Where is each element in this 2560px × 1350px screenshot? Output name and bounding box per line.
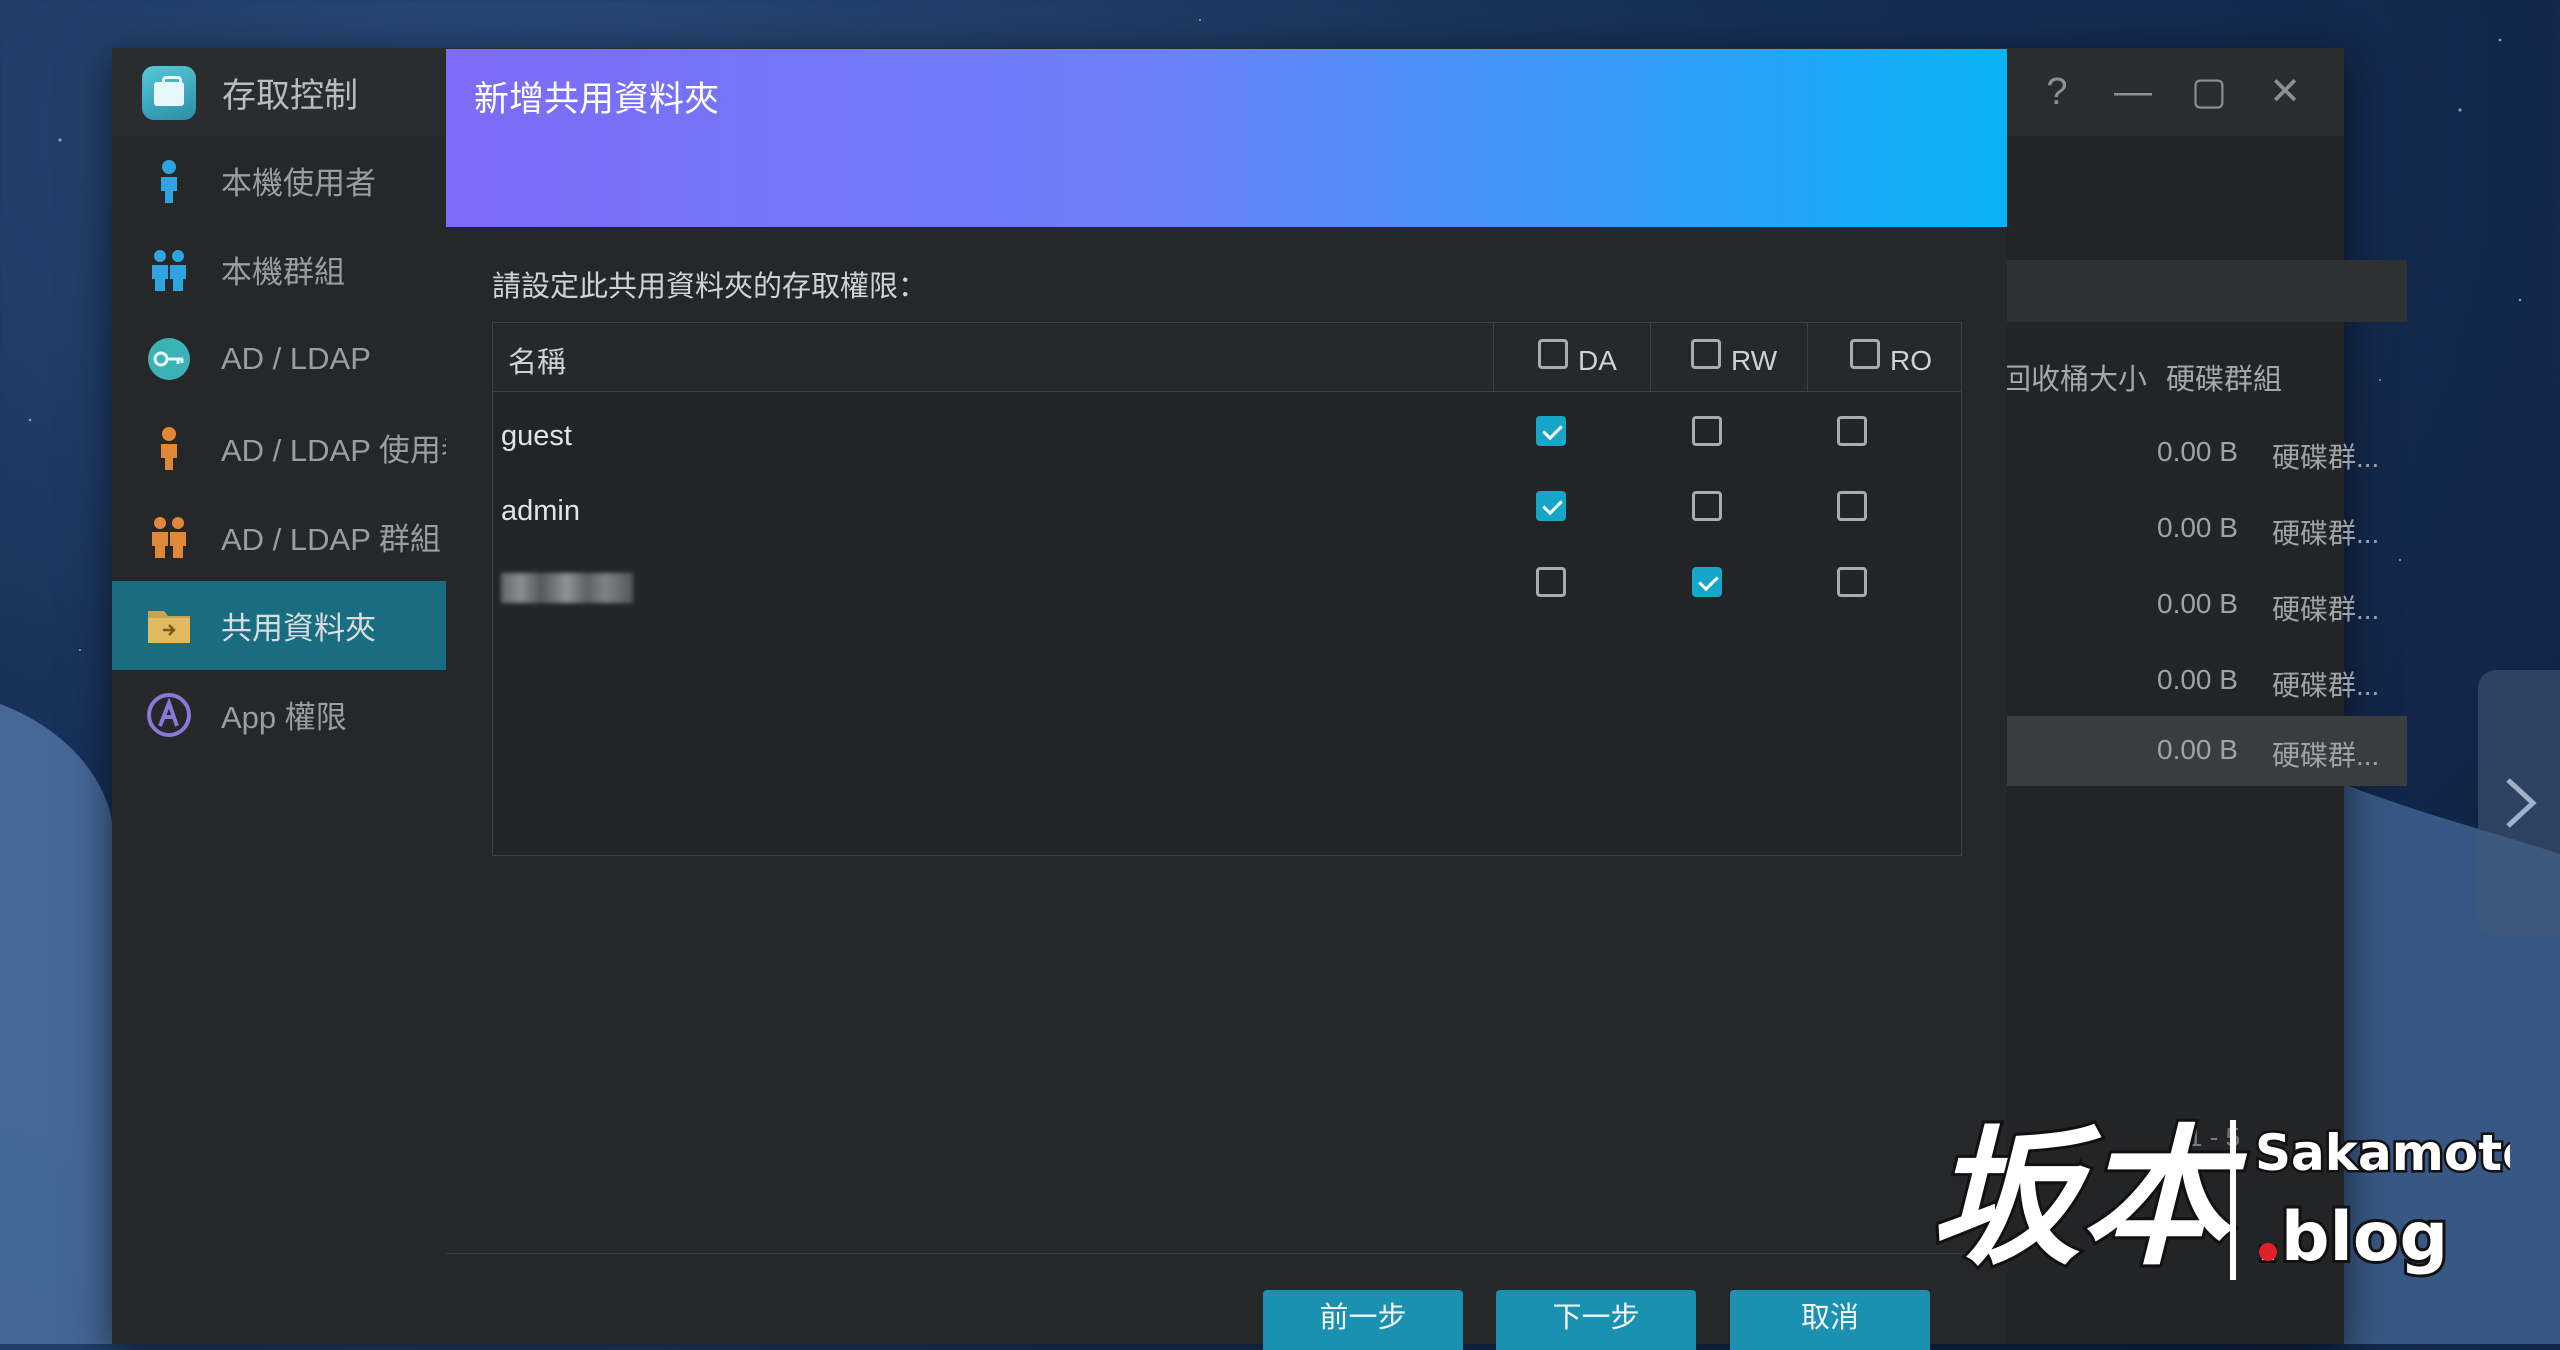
ro-checkbox[interactable] — [1837, 491, 1867, 521]
recycle-size: 0.00 B — [2157, 436, 2238, 467]
sakamoto-blog-watermark: 坂本 Sakamoto .blog — [1930, 1107, 2510, 1289]
dialog-title: 新增共用資料夾 — [474, 80, 720, 119]
dialog-header: 新增共用資料夾 — [446, 49, 2007, 227]
group-icon — [152, 250, 186, 291]
column-rw-label: RW — [1731, 345, 1778, 376]
table-row: guest — [493, 400, 1961, 476]
table-row[interactable]: 0.00 B 硬碟群... — [2002, 570, 2407, 640]
disk-group: 硬碟群... — [2272, 442, 2380, 473]
table-row[interactable]: 0.00 B 硬碟群... — [2002, 494, 2407, 564]
recycle-size: 0.00 B — [2157, 734, 2238, 765]
sidebar-item-label: AD / LDAP 使用者 — [221, 433, 472, 468]
ro-checkbox[interactable] — [1837, 416, 1867, 446]
sidebar-item-ad-ldap-groups[interactable]: AD / LDAP 群組 — [112, 492, 447, 581]
sidebar-item-shared-folders[interactable]: 共用資料夾 — [112, 581, 447, 670]
watermark-en-top: Sakamoto — [2255, 1124, 2510, 1182]
table-row — [493, 551, 1961, 627]
sidebar-item-label: AD / LDAP — [221, 340, 371, 376]
sidebar-item-label: 本機使用者 — [221, 166, 376, 201]
table-row[interactable]: 0.00 B 硬碟群... — [2002, 418, 2407, 488]
permission-prompt: 請設定此共用資料夾的存取權限： — [492, 271, 928, 303]
column-rw-header: RW — [1650, 323, 1808, 391]
app-permission-icon — [147, 693, 191, 737]
table-row[interactable]: 0.00 B 硬碟群... — [2002, 646, 2407, 716]
close-icon[interactable]: ✕ — [2266, 72, 2304, 112]
ad-user-icon — [161, 427, 177, 470]
sidebar-item-app-permissions[interactable]: App 權限 — [112, 670, 447, 759]
watermark-en-bottom: .blog — [2255, 1198, 2448, 1277]
new-shared-folder-dialog: 新增共用資料夾 請設定此共用資料夾的存取權限： 名稱 DA RW RO gues… — [446, 49, 2007, 1350]
column-name-header: 名稱 — [508, 347, 567, 379]
da-checkbox[interactable] — [1536, 416, 1566, 446]
column-ro-label: RO — [1890, 345, 1932, 376]
ad-group-icon — [152, 517, 186, 558]
blurred-user-name — [501, 573, 633, 603]
maximize-icon[interactable]: ▢ — [2190, 72, 2228, 112]
sidebar-item-label: 本機群組 — [221, 255, 345, 290]
dialog-footer: 前一步 下一步 取消 — [446, 1253, 2007, 1350]
rw-checkbox[interactable] — [1692, 416, 1722, 446]
permission-table-header: 名稱 DA RW RO — [493, 323, 1961, 392]
sidebar-item-label: App 權限 — [221, 700, 347, 735]
folder-icon — [148, 611, 190, 643]
rw-checkbox[interactable] — [1692, 491, 1722, 521]
disk-group: 硬碟群... — [2272, 740, 2380, 771]
sidebar-item-ad-ldap[interactable]: AD / LDAP — [112, 314, 447, 403]
ro-checkbox[interactable] — [1837, 567, 1867, 597]
disk-group: 硬碟群... — [2272, 670, 2380, 701]
sidebar-item-local-groups[interactable]: 本機群組 — [112, 225, 447, 314]
disk-group: 硬碟群... — [2272, 518, 2380, 549]
disk-group-header: 硬碟群組 — [2166, 364, 2283, 396]
sidebar-item-local-users[interactable]: 本機使用者 — [112, 136, 447, 225]
recycle-size: 0.00 B — [2157, 588, 2238, 619]
help-icon[interactable]: ? — [2038, 72, 2076, 112]
cancel-button[interactable]: 取消 — [1730, 1290, 1930, 1350]
access-control-app-icon — [142, 66, 196, 120]
watermark-cn-text: 坂本 — [1930, 1110, 2248, 1286]
minimize-icon[interactable]: — — [2114, 72, 2152, 112]
column-da-label: DA — [1578, 345, 1617, 376]
select-all-rw-checkbox[interactable] — [1691, 339, 1721, 369]
sidebar-item-ad-ldap-users[interactable]: AD / LDAP 使用者 — [112, 403, 472, 492]
disk-group: 硬碟群... — [2272, 594, 2380, 625]
key-icon — [148, 338, 190, 380]
next-page-arrow[interactable] — [2478, 670, 2560, 936]
background-search-bar — [2002, 260, 2407, 322]
permission-table: 名稱 DA RW RO guest admin — [492, 322, 1962, 856]
column-ro-header: RO — [1807, 323, 1964, 391]
da-checkbox[interactable] — [1536, 491, 1566, 521]
user-icon — [161, 160, 177, 203]
previous-step-button[interactable]: 前一步 — [1263, 1290, 1463, 1350]
window-title: 存取控制 — [222, 77, 358, 115]
recycle-size: 0.00 B — [2157, 664, 2238, 695]
user-name: admin — [501, 495, 580, 527]
sidebar-item-label: 共用資料夾 — [221, 611, 376, 646]
select-all-ro-checkbox[interactable] — [1850, 339, 1880, 369]
recycle-size: 0.00 B — [2157, 512, 2238, 543]
da-checkbox[interactable] — [1536, 567, 1566, 597]
next-step-button[interactable]: 下一步 — [1496, 1290, 1696, 1350]
recycle-bin-size-header: 回收桶大小 — [2002, 364, 2148, 396]
sidebar: 本機使用者 本機群組 AD / LDAP AD / LDAP 使用者 AD / … — [112, 136, 472, 1344]
table-row-selected[interactable]: 0.00 B 硬碟群... — [2002, 716, 2407, 786]
user-name: guest — [501, 420, 572, 452]
rw-checkbox[interactable] — [1692, 567, 1722, 597]
column-da-header: DA — [1493, 323, 1651, 391]
sidebar-item-label: AD / LDAP 群組 — [221, 522, 441, 557]
table-row: admin — [493, 475, 1961, 551]
select-all-da-checkbox[interactable] — [1538, 339, 1568, 369]
